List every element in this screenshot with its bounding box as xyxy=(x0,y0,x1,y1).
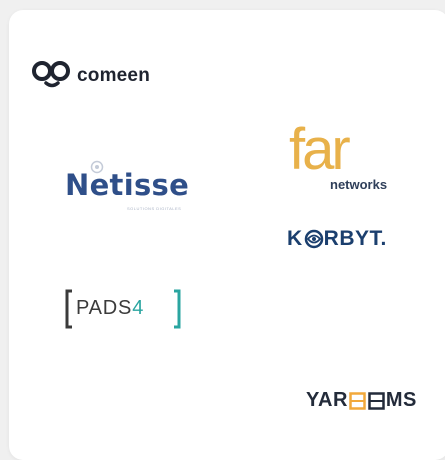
korbyt-logo: K RBYT. xyxy=(287,227,387,251)
korbyt-swirl-icon xyxy=(304,229,323,249)
far-subtitle: networks xyxy=(330,177,388,192)
pads4-wordmark: PADS4 xyxy=(76,297,144,320)
comeen-wordmark: comeen xyxy=(77,65,151,86)
comeen-logo: comeen xyxy=(31,58,150,94)
netisse-tagline: SOLUTIONS DIGITALES xyxy=(127,206,182,211)
korbyt-suffix: RBYT. xyxy=(323,227,387,250)
yarooms-logo: YAR MS xyxy=(306,389,417,412)
yarooms-prefix: YAR xyxy=(306,389,348,411)
yarooms-suffix: MS xyxy=(385,389,417,411)
korbyt-prefix: K xyxy=(287,227,303,250)
far-networks-logo: far networks xyxy=(289,121,388,193)
pads4-text: PADS xyxy=(76,297,133,319)
pads4-number: 4 xyxy=(132,297,145,319)
yarooms-rooms-icon xyxy=(349,391,385,410)
netisse-wordmark: Netisse xyxy=(65,168,190,202)
netisse-logo: Netisse SOLUTIONS DIGITALES xyxy=(65,160,215,215)
far-wordmark: far xyxy=(289,117,351,182)
pads4-logo: PADS4 xyxy=(63,287,183,331)
comeen-mark-icon xyxy=(32,61,70,88)
